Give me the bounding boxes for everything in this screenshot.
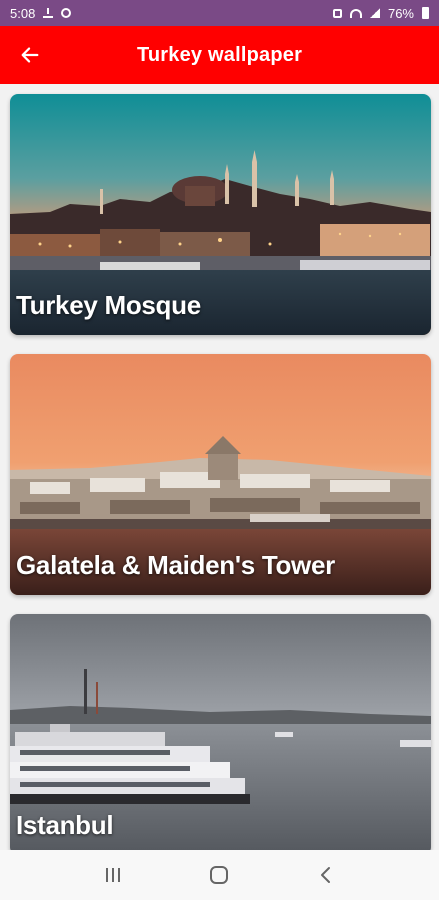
whatsapp-icon — [61, 8, 72, 18]
status-bar-right: 76% — [332, 5, 429, 21]
nav-back-button[interactable] — [306, 860, 346, 890]
back-icon — [320, 867, 330, 883]
home-icon — [210, 866, 229, 884]
wallpaper-card-istanbul[interactable]: Istanbul — [10, 614, 431, 850]
battery-percent: 76% — [387, 5, 414, 21]
battery-icon — [422, 7, 429, 19]
card-title: Istanbul — [16, 810, 114, 840]
arrow-left-icon — [21, 47, 39, 63]
recents-icon — [106, 868, 121, 882]
nav-home-button[interactable] — [199, 860, 239, 890]
signal-icon — [369, 8, 380, 18]
page-title: Turkey wallpaper — [136, 43, 303, 66]
card-title: Turkey Mosque — [16, 290, 201, 320]
app-bar: Turkey wallpaper — [0, 26, 439, 84]
system-nav-bar — [0, 850, 439, 900]
back-button[interactable] — [18, 43, 42, 67]
mute-icon — [332, 8, 342, 18]
status-time: 5:08 — [10, 5, 36, 21]
wallpaper-card-mosque[interactable]: Turkey Mosque — [10, 94, 431, 335]
card-title: Galatela & Maiden's Tower — [16, 550, 335, 580]
wifi-icon — [349, 8, 362, 18]
download-icon — [43, 8, 54, 18]
wallpaper-list[interactable]: Turkey Mosque Galatela & Maiden's Tower … — [0, 84, 439, 850]
status-bar: 5:08 76% — [0, 0, 439, 26]
status-bar-left: 5:08 — [10, 5, 72, 21]
wallpaper-card-galata[interactable]: Galatela & Maiden's Tower — [10, 354, 431, 595]
nav-recents-button[interactable] — [93, 860, 133, 890]
